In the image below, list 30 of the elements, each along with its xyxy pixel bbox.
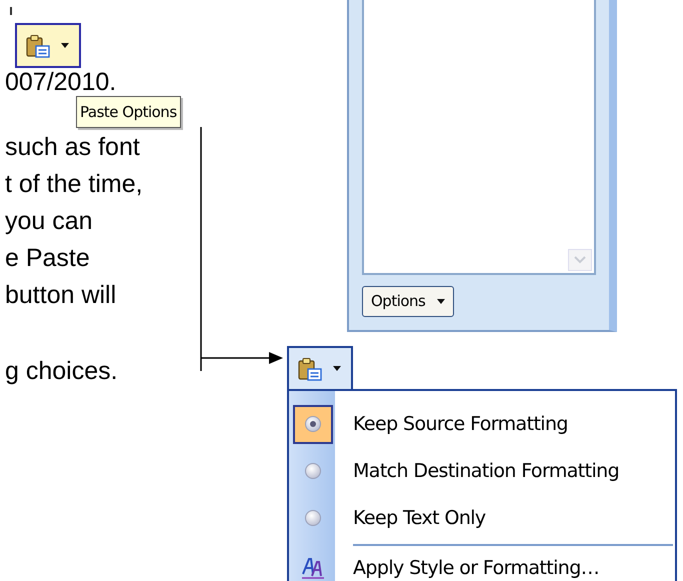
radio-button[interactable] [304, 508, 322, 527]
menu-item[interactable]: Keep Text Only [289, 494, 675, 542]
radio-button[interactable] [304, 415, 322, 434]
menu-item[interactable]: Keep Source Formatting [289, 401, 675, 448]
text-cursor [10, 7, 12, 15]
menu-item-label: Keep Source Formatting [353, 412, 568, 438]
menu-item-label: Apply Style or Formatting… [353, 556, 600, 581]
clipboard-icon [297, 356, 323, 382]
body-text: g choices. [4, 356, 118, 387]
caret-icon [437, 299, 446, 304]
body-text: button will [4, 280, 118, 311]
radio-button[interactable] [304, 462, 322, 480]
caret-icon [333, 366, 341, 371]
paste-options-button[interactable] [287, 346, 353, 391]
menu-item-label: Keep Text Only [353, 506, 486, 531]
tooltip: Paste Options [76, 96, 181, 128]
menu-item[interactable]: Match Destination Formatting [289, 448, 675, 494]
caret-icon [61, 43, 69, 48]
style-icon [301, 557, 325, 580]
paste-options-button[interactable] [15, 23, 81, 68]
body-text: you can [4, 206, 94, 237]
body-text: such as font [4, 132, 141, 163]
clipboard-icon [25, 32, 51, 58]
body-text: t of the time, [4, 169, 143, 200]
chevron-down-icon [574, 256, 586, 264]
options-button[interactable]: Options [362, 286, 454, 317]
menu-item[interactable]: Apply Style or Formatting… [289, 549, 675, 581]
body-text: 007/2010. [4, 67, 116, 98]
body-text: e Paste [4, 243, 91, 274]
menu-item-label: Match Destination Formatting [353, 458, 620, 484]
